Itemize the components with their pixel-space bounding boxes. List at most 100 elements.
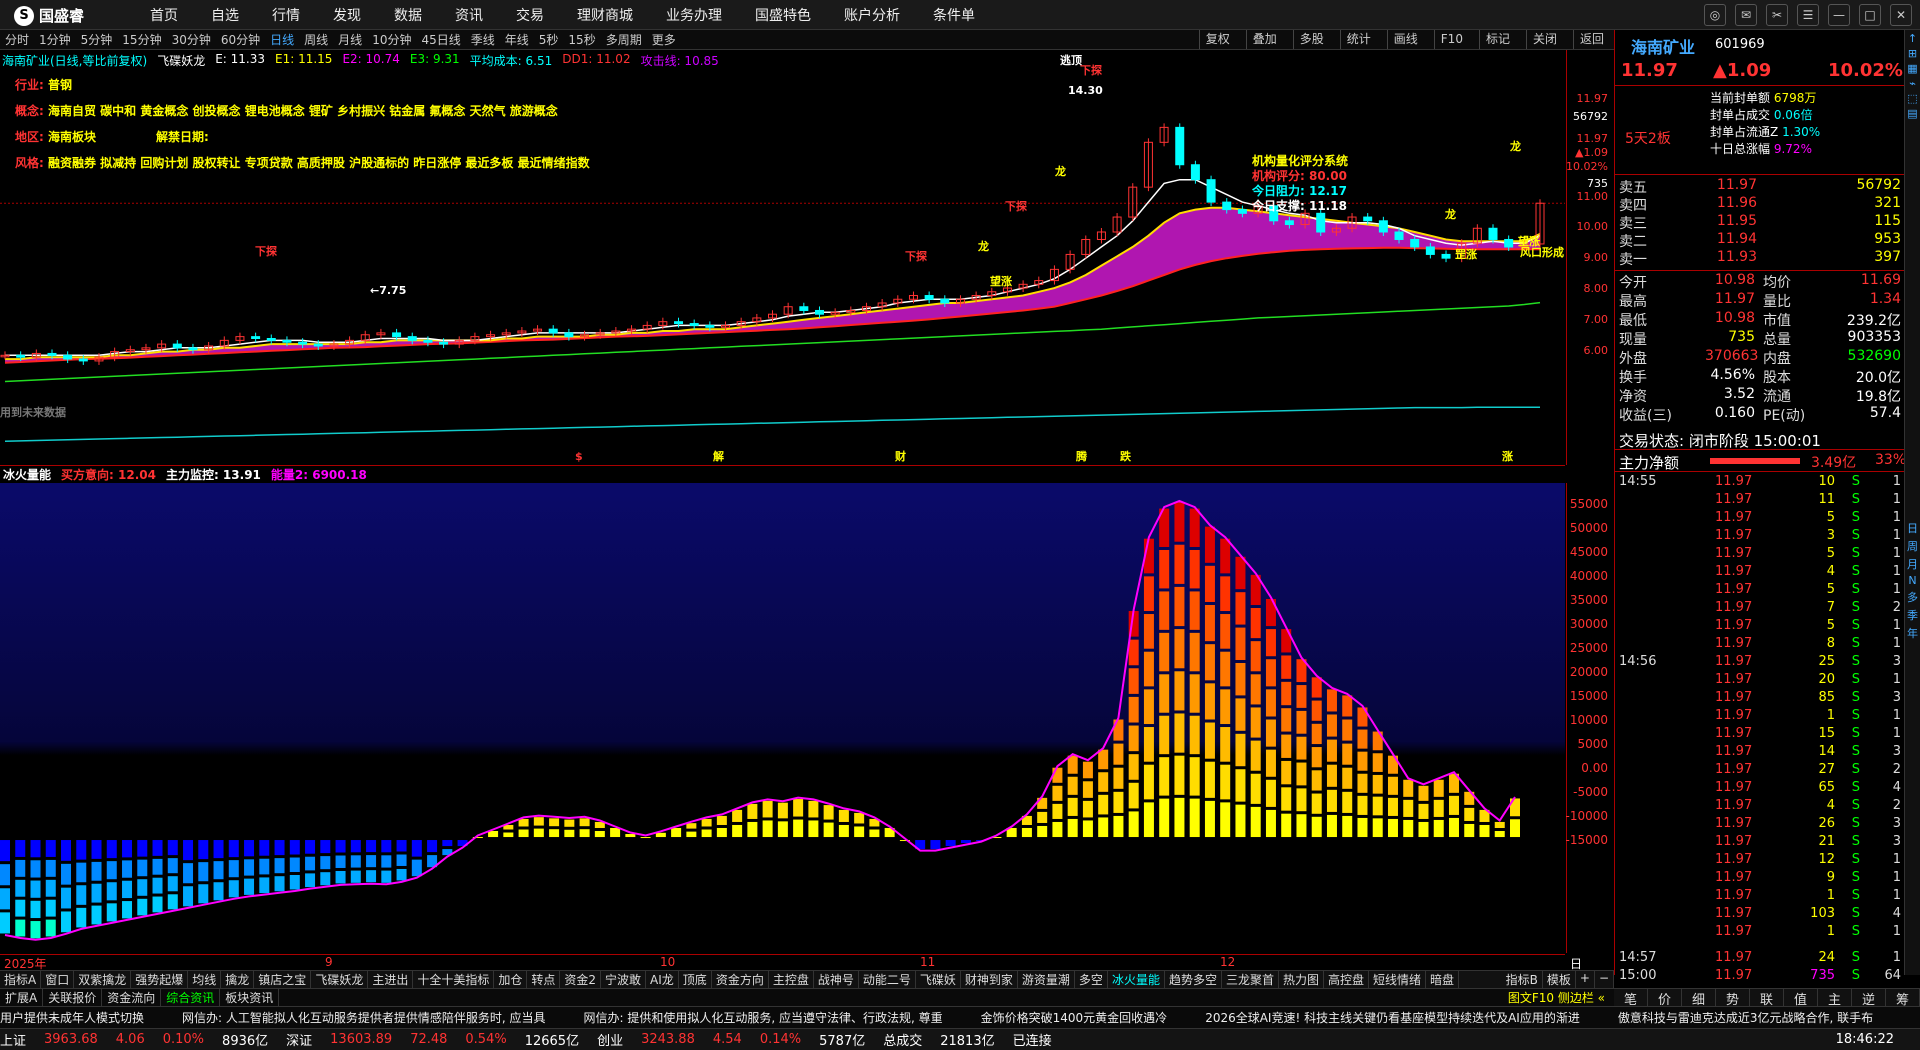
period-16[interactable]: 更多 [652,31,676,48]
indicator-tab[interactable]: 战神号 [814,971,859,988]
menu-item-11[interactable]: 条件单 [933,5,975,25]
panel-tab[interactable]: 联 [1750,989,1784,1008]
panel-tab[interactable]: 价 [1648,989,1682,1008]
indicator-tab[interactable]: 资金2 [560,971,602,988]
indicator-tab[interactable]: 资金方向 [712,971,769,988]
period-1[interactable]: 1分钟 [39,31,71,48]
indicator-tab[interactable]: 高控盘 [1324,971,1370,988]
side-tab[interactable]: 月 [1905,556,1920,572]
indicator-tab[interactable]: 热力图 [1279,971,1324,988]
side-tab[interactable]: 多 [1905,589,1920,605]
indicator-tab[interactable]: 主控盘 [769,971,814,988]
indicator-tab[interactable]: 擒龙 [221,971,255,988]
side-tool-icon[interactable]: ⬚ [1905,92,1920,105]
news-item[interactable]: 网信办: 提供和使用拟人化互动服务, 应当遵守法律、行政法规, 尊重 [584,1011,943,1025]
info-tab[interactable]: 关联报价 [43,989,103,1006]
close-icon[interactable]: ✕ [1890,4,1912,26]
skin-icon[interactable]: ☰ [1797,4,1819,26]
info-tab[interactable]: 板块资讯 [220,989,280,1006]
indicator-tab[interactable]: 三龙聚首 [1222,971,1279,988]
panel-tab[interactable]: 主 [1818,989,1852,1008]
news-item[interactable]: 用户提供未成年人模式切换 [0,1011,144,1025]
indicator-tab[interactable]: 宁波敢 [601,971,647,988]
panel-tab[interactable]: 逆 [1852,989,1886,1008]
indicator-tab[interactable]: AI龙 [646,971,679,988]
period-5[interactable]: 60分钟 [221,31,260,48]
indicator-tab[interactable]: 顶底 [679,971,712,988]
side-tab[interactable]: 日 [1905,520,1920,536]
panel-tab[interactable]: 值 [1784,989,1818,1008]
period-8[interactable]: 月线 [338,31,362,48]
side-tab[interactable]: 年 [1905,625,1920,641]
menu-item-5[interactable]: 资讯 [455,5,483,25]
indicator-tab[interactable]: 镇店之宝 [254,971,312,988]
order-row[interactable]: 卖一 11.93 397 [1615,249,1905,268]
menu-item-1[interactable]: 自选 [211,5,239,25]
period-13[interactable]: 5秒 [539,31,559,48]
order-row[interactable]: 卖五 11.97 56792 [1615,177,1905,196]
side-tool-icon[interactable]: ▦ [1905,62,1920,75]
period-4[interactable]: 30分钟 [172,31,211,48]
period-tool-2[interactable]: 多股 [1292,30,1330,49]
side-tab[interactable]: 季 [1905,607,1920,623]
period-tool-4[interactable]: 画线 [1386,30,1424,49]
indicator-tab[interactable]: 指标A [0,971,42,988]
side-tab[interactable]: N [1905,574,1920,587]
sub-indicator-name[interactable]: 冰火量能 [3,466,51,483]
period-tool-6[interactable]: 标记 [1478,30,1516,49]
maximize-icon[interactable]: □ [1859,4,1881,26]
panel-tab[interactable]: 势 [1716,989,1750,1008]
sidebar-toggle[interactable]: 图文F10 侧边栏 « [1503,989,1610,1006]
menu-item-10[interactable]: 账户分析 [844,5,900,25]
menu-item-3[interactable]: 发现 [333,5,361,25]
menu-item-7[interactable]: 理财商城 [577,5,633,25]
indicator-tab[interactable]: 窗口 [41,971,75,988]
menu-item-8[interactable]: 业务办理 [666,5,722,25]
order-row[interactable]: 卖三 11.95 115 [1615,213,1905,232]
indicator-tab[interactable]: 双紫擒龙 [74,971,132,988]
news-item[interactable]: 金饰价格突破1400元黄金回收遇冷 [981,1011,1168,1025]
indicator-tab-right[interactable]: + [1576,971,1595,988]
period-tool-1[interactable]: 叠加 [1245,30,1283,49]
panel-tab[interactable]: 笔 [1614,989,1648,1008]
menu-item-0[interactable]: 首页 [150,5,178,25]
period-7[interactable]: 周线 [304,31,328,48]
period-12[interactable]: 年线 [505,31,529,48]
news-item[interactable]: 2026全球AI竞速! 科技主线关键仍看基座模型持续迭代及AI应用的渐进 [1205,1011,1580,1025]
menu-item-9[interactable]: 国盛特色 [755,5,811,25]
order-row[interactable]: 卖四 11.96 321 [1615,195,1905,214]
news-ticker[interactable]: 用户提供未成年人模式切换 网信办: 人工智能拟人化互动服务提供者提供情感陪伴服务时… [0,1006,1920,1028]
side-tool-icon[interactable]: ↑ [1905,32,1920,45]
period-3[interactable]: 15分钟 [122,31,161,48]
mail-icon[interactable]: ✉ [1735,4,1757,26]
info-tab[interactable]: 资金流向 [102,989,162,1006]
indicator-tab[interactable]: 均线 [188,971,222,988]
menu-item-4[interactable]: 数据 [394,5,422,25]
side-tool-icon[interactable]: ⊞ [1905,47,1920,60]
menu-item-6[interactable]: 交易 [516,5,544,25]
indicator-tab[interactable]: 十全十美指标 [413,971,495,988]
order-row[interactable]: 卖二 11.94 953 [1615,231,1905,250]
panel-tab[interactable]: 筹 [1886,989,1920,1008]
indicator-tab[interactable]: 趋势多空 [1165,971,1222,988]
indicator-tab[interactable]: 财神到家 [961,971,1018,988]
info-tab[interactable]: 扩展A [0,989,44,1006]
indicator-tab[interactable]: 多空 [1075,971,1108,988]
legend-indicator[interactable]: 飞碟妖龙 [157,52,205,69]
side-tool-icon[interactable]: ⌁ [1905,77,1920,90]
period-2[interactable]: 5分钟 [81,31,113,48]
indicator-tab[interactable]: 强势起爆 [131,971,189,988]
news-item[interactable]: 网信办: 人工智能拟人化互动服务提供者提供情感陪伴服务时, 应当具 [182,1011,546,1025]
indicator-tab[interactable]: 暗盘 [1426,971,1460,988]
indicator-tab[interactable]: 转点 [527,971,561,988]
period-tool-5[interactable]: F10 [1433,30,1469,49]
period-tool-3[interactable]: 统计 [1339,30,1377,49]
indicator-tab[interactable]: 飞碟妖 [916,971,961,988]
minimize-icon[interactable]: — [1828,4,1850,26]
period-15[interactable]: 多周期 [606,31,642,48]
side-tool-icon[interactable]: ▤ [1905,107,1920,120]
indicator-tab-right[interactable]: 指标B [1502,971,1543,988]
period-6[interactable]: 日线 [270,31,294,48]
info-tab[interactable]: 综合资讯 [161,989,221,1006]
side-tab[interactable]: 周 [1905,538,1920,554]
